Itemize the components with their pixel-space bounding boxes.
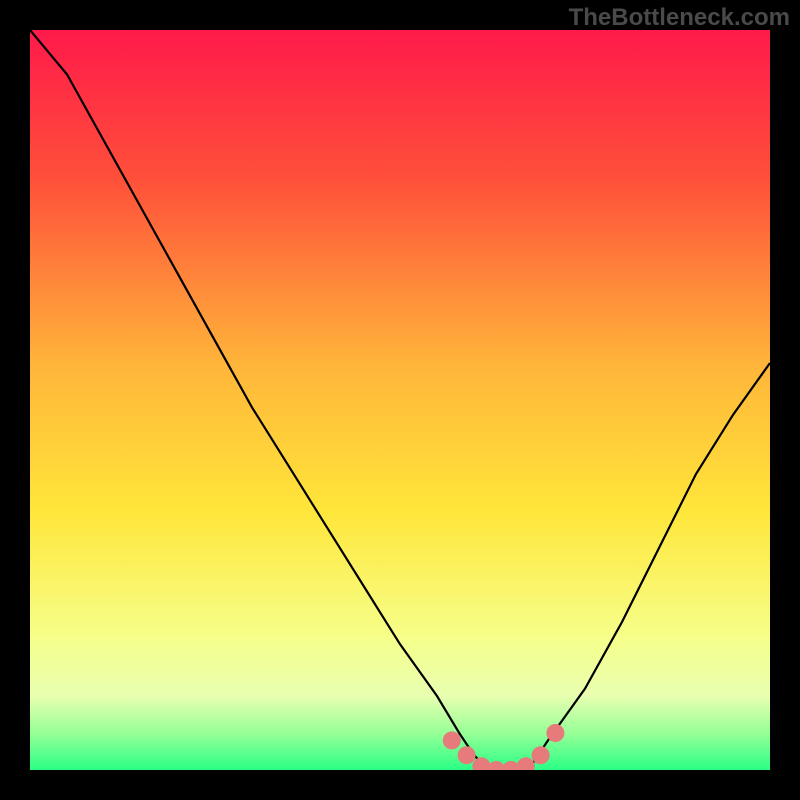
chart-frame: TheBottleneck.com [0, 0, 800, 800]
chart-svg [30, 30, 770, 770]
sweet-spot-dot [443, 731, 461, 749]
gradient-background [30, 30, 770, 770]
watermark-label: TheBottleneck.com [569, 4, 790, 32]
plot-area [30, 30, 770, 770]
sweet-spot-dot [532, 746, 550, 764]
sweet-spot-dot [546, 724, 564, 742]
sweet-spot-dot [458, 746, 476, 764]
